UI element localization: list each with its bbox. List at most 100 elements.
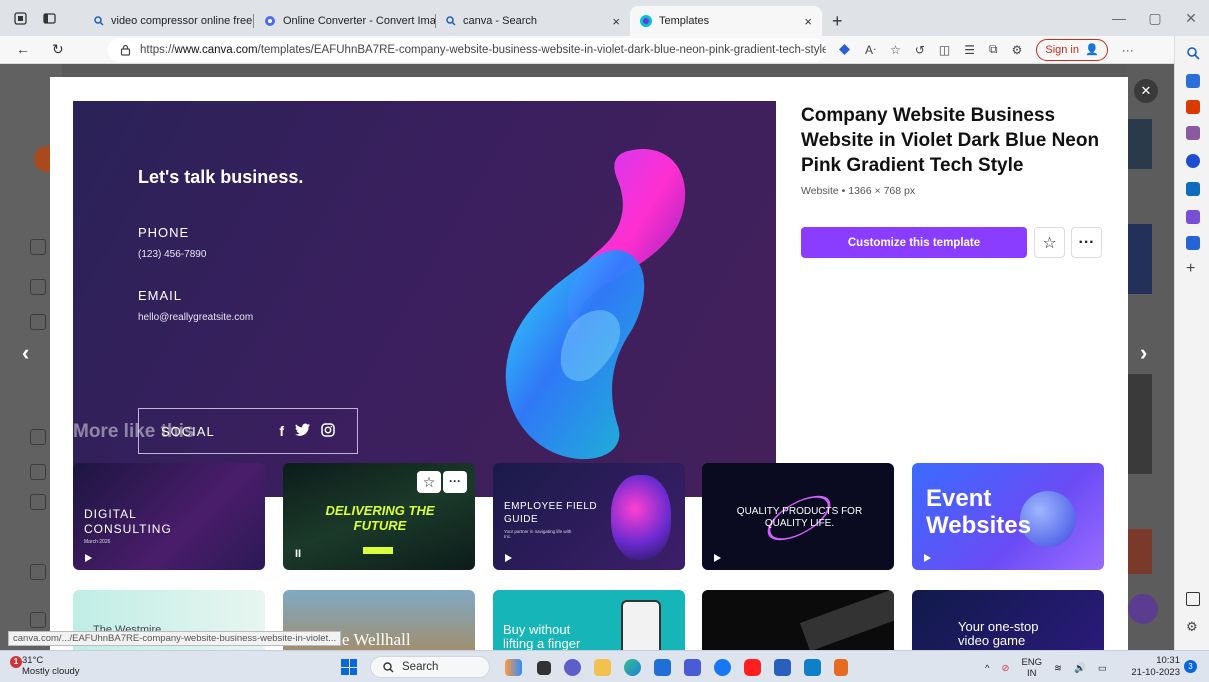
template-thumbnail[interactable]: Buy without lifting a finger — [493, 590, 685, 650]
customize-template-button[interactable]: Customize this template — [801, 227, 1027, 258]
apps-icon[interactable] — [30, 464, 46, 480]
tab-online-converter[interactable]: Online Converter - Convert Imag × — [254, 6, 436, 36]
starred-icon[interactable] — [30, 494, 46, 510]
canva-icon — [640, 15, 652, 27]
background-thumbnails — [1126, 64, 1174, 650]
user-icon: 👤 — [1085, 44, 1099, 56]
template-thumbnail[interactable] — [702, 590, 894, 650]
drop-icon[interactable] — [1186, 210, 1200, 224]
collections-icon[interactable]: ⧉ — [989, 42, 998, 57]
app-taskview-icon[interactable] — [537, 661, 551, 675]
app-youtube-icon[interactable] — [744, 659, 761, 676]
pause-icon[interactable]: II — [295, 548, 301, 560]
prev-template-icon[interactable]: ‹ — [22, 340, 29, 366]
app-photos-icon[interactable] — [804, 659, 821, 676]
add-sidebar-app-icon[interactable]: + — [1186, 261, 1200, 277]
more-options-icon[interactable]: ··· — [443, 471, 467, 493]
bg-thumbnail — [1128, 374, 1152, 474]
restore-icon[interactable]: ▢ — [1137, 10, 1173, 27]
template-thumbnail[interactable]: DIGITAL CONSULTING March 2026 — [73, 463, 265, 570]
notification-badge[interactable]: 3 — [1184, 660, 1197, 673]
split-screen-icon[interactable]: ◫ — [939, 43, 950, 57]
minimize-icon[interactable]: — — [1101, 10, 1137, 26]
settings-gear-icon[interactable]: ⚙ — [1186, 620, 1200, 634]
office-icon[interactable] — [1186, 154, 1200, 168]
weather-widget[interactable]: 31°C Mostly cloudy — [22, 655, 80, 677]
more-options-button[interactable]: ··· — [1071, 227, 1102, 258]
search-icon — [94, 16, 104, 26]
projects-icon[interactable] — [30, 279, 46, 295]
start-windows-icon[interactable] — [341, 659, 357, 675]
trash-icon[interactable] — [30, 612, 46, 628]
favorite-star-icon[interactable]: ☆ — [890, 43, 901, 57]
sign-in-button[interactable]: Sign in 👤 — [1036, 38, 1108, 61]
refresh-icon[interactable]: ↻ — [52, 41, 64, 58]
taskbar-search[interactable]: Search — [370, 656, 490, 678]
nav-buttons: ← ↻ — [0, 41, 108, 58]
extensions-icon[interactable]: ⚙ — [1012, 43, 1023, 57]
tab-video-compressor[interactable]: video compressor online free - S × — [84, 6, 254, 36]
taskbar-clock[interactable]: 10:31 21-10-2023 — [1128, 655, 1180, 679]
play-icon — [714, 554, 721, 562]
template-preview[interactable]: Let's talk business. PHONE (123) 456-789… — [73, 101, 776, 497]
language-indicator[interactable]: ENG IN — [1021, 657, 1042, 679]
battery-icon[interactable]: ▭ — [1098, 663, 1107, 674]
extension-diamond-icon[interactable] — [838, 43, 851, 56]
more-menu-icon[interactable]: ··· — [1122, 43, 1134, 57]
app-teams-icon[interactable] — [564, 659, 581, 676]
app-explorer-icon[interactable] — [594, 659, 611, 676]
next-template-icon[interactable]: › — [1140, 340, 1147, 366]
neon-blob-graphic — [505, 149, 686, 460]
close-window-icon[interactable]: ✕ — [1173, 10, 1209, 27]
designer-icon[interactable] — [1186, 236, 1200, 250]
read-aloud-icon[interactable]: Aᐧ — [865, 43, 876, 57]
app-word-icon[interactable] — [774, 659, 791, 676]
tab-actions-icon[interactable] — [43, 12, 56, 25]
favorite-star-icon[interactable]: ☆ — [417, 471, 441, 493]
games-icon[interactable] — [1186, 126, 1200, 140]
url-field[interactable]: https://www.canva.com/templates/EAFUhnBA… — [108, 37, 826, 62]
bg-thumbnail — [1128, 529, 1152, 574]
template-thumbnail[interactable]: QUALITY PRODUCTS FOR QUALITY LIFE. — [702, 463, 894, 570]
brand-icon[interactable] — [30, 429, 46, 445]
template-thumbnail[interactable]: EMPLOYEE FIELD GUIDE Your partner in nav… — [493, 463, 685, 570]
favorite-button[interactable]: ☆ — [1034, 227, 1065, 258]
app-store-icon[interactable] — [654, 659, 671, 676]
app-facebook-icon[interactable] — [714, 659, 731, 676]
home-icon[interactable] — [30, 239, 46, 255]
tab-canva-search[interactable]: canva - Search × — [436, 6, 630, 36]
bg-thumbnail — [1128, 119, 1152, 169]
template-thumbnail-hovered[interactable]: DELIVERING THE FUTURE ☆ ··· II — [283, 463, 475, 570]
close-modal-button[interactable]: ✕ — [1134, 79, 1158, 103]
chevron-up-icon[interactable]: ^ — [985, 663, 989, 674]
search-icon[interactable] — [1186, 46, 1200, 60]
app-news-icon[interactable] — [505, 659, 522, 676]
close-icon[interactable]: × — [612, 14, 620, 29]
star-icon: ☆ — [1042, 234, 1057, 252]
sidebar-panel-icon[interactable] — [1186, 592, 1200, 606]
template-thumbnail[interactable]: Your one-stop video game — [912, 590, 1104, 650]
browser-tab-bar: video compressor online free - S × Onlin… — [0, 0, 1209, 36]
app-edge-icon[interactable] — [624, 659, 641, 676]
outlook-icon[interactable] — [1186, 182, 1200, 196]
back-icon[interactable]: ← — [16, 41, 30, 58]
app-editor-icon[interactable] — [684, 659, 701, 676]
shopping-icon[interactable] — [1186, 74, 1200, 88]
app-paint-icon[interactable] — [834, 659, 848, 676]
tab-templates[interactable]: Templates × — [630, 6, 822, 36]
new-tab-button[interactable]: + — [822, 6, 853, 36]
thumbnail-title: Event Websites — [926, 485, 1031, 539]
templates-icon[interactable] — [30, 314, 46, 330]
thumbnail-sub: Your partner in navigating life with Inc… — [504, 529, 572, 539]
template-thumbnail[interactable]: Event Websites — [912, 463, 1104, 570]
favorites-list-icon[interactable]: ☰ — [964, 43, 975, 57]
help-button[interactable] — [1128, 594, 1158, 624]
tools-icon[interactable] — [1186, 100, 1200, 114]
close-icon[interactable]: × — [804, 14, 812, 29]
wifi-icon[interactable]: ≋ — [1054, 663, 1062, 674]
refresh-page-icon[interactable]: ↺ — [915, 43, 925, 57]
network-alert-icon[interactable]: ⊘ — [1001, 663, 1009, 674]
workspaces-icon[interactable] — [14, 11, 27, 25]
volume-icon[interactable]: 🔊 — [1074, 663, 1086, 674]
folder-icon[interactable] — [30, 564, 46, 580]
